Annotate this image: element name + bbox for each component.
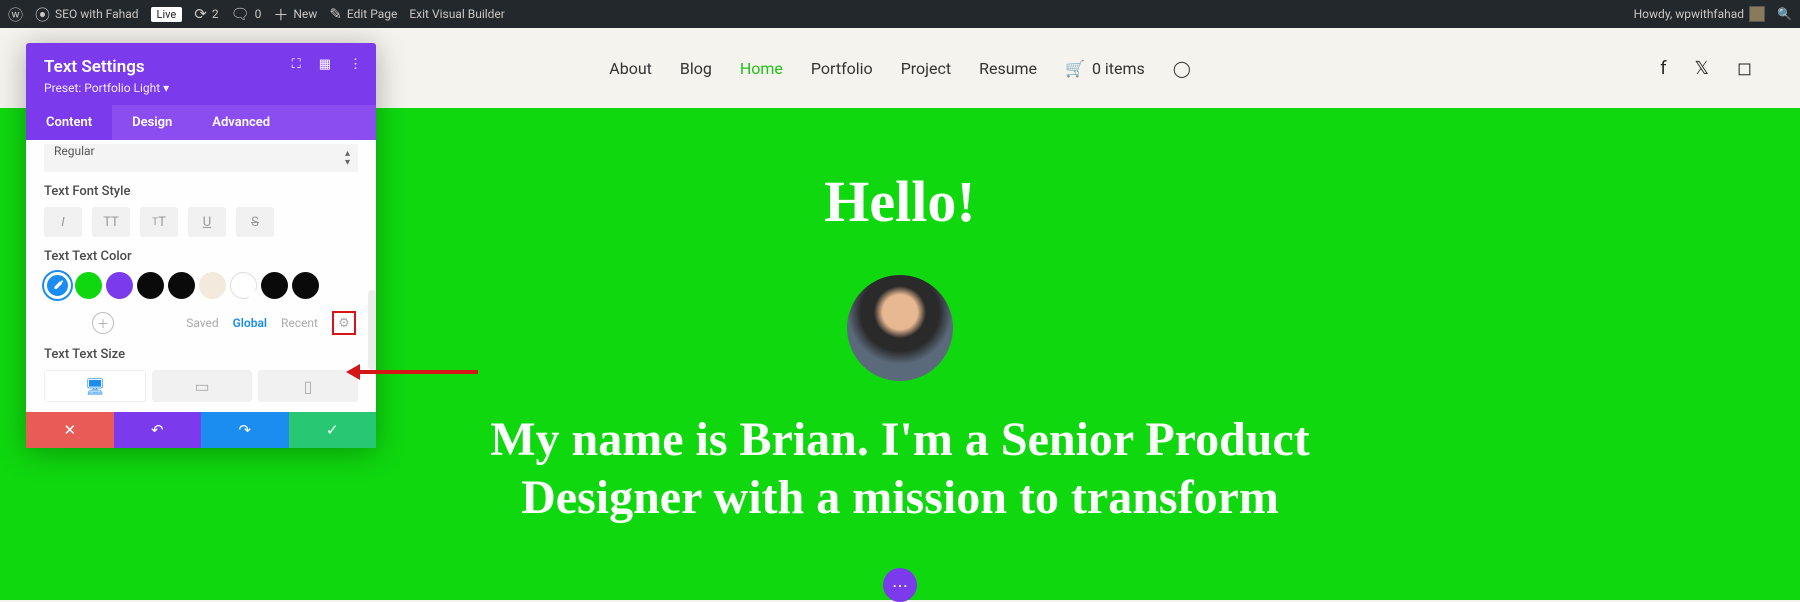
updates-link[interactable]: ⟳2 [194, 5, 218, 23]
device-phone[interactable]: ▯ [258, 370, 358, 402]
panel-header: Text Settings Preset: Portfolio Light ▾ … [26, 43, 376, 105]
wp-logo[interactable]: ⓦ [8, 4, 23, 25]
nav-home[interactable]: Home [740, 59, 783, 78]
comments-link[interactable]: 🗨0 [231, 5, 262, 23]
swatch-5[interactable] [199, 272, 226, 299]
phone-icon: ▯ [304, 377, 313, 396]
swatch-7[interactable] [261, 272, 288, 299]
panel-footer: ✕ ↶ ↷ ✓ [26, 412, 376, 448]
nav-about[interactable]: About [609, 59, 652, 78]
howdy-link[interactable]: Howdy, wpwithfahad [1634, 6, 1765, 22]
expand-icon[interactable]: ⛶ [292, 57, 301, 72]
swatch-6[interactable] [230, 272, 257, 299]
device-desktop[interactable]: 🖥 [44, 370, 146, 402]
color-swatches [44, 272, 358, 299]
nav-project[interactable]: Project [901, 59, 951, 78]
menu-icon[interactable]: ⋮ [349, 57, 362, 72]
italic-button[interactable]: I [44, 207, 82, 237]
gear-icon: ⚙ [338, 316, 350, 331]
site-name-link[interactable]: ⦿SEO with Fahad [35, 4, 139, 25]
uppercase-button[interactable]: TT [92, 207, 130, 237]
underline-button[interactable]: U [188, 207, 226, 237]
hero-line2: Designer with a mission to transform [0, 469, 1800, 527]
swatch-4[interactable] [168, 272, 195, 299]
undo-icon: ↶ [151, 421, 164, 439]
palette-saved[interactable]: Saved [186, 316, 218, 330]
add-color-button[interactable]: ＋ [92, 312, 114, 334]
exit-visual-builder[interactable]: Exit Visual Builder [409, 7, 505, 21]
font-weight-select[interactable]: Regular▴▾ [44, 144, 358, 172]
scrollbar[interactable] [368, 290, 376, 370]
close-icon: ✕ [63, 421, 76, 439]
label-text-size: Text Text Size [44, 347, 358, 362]
check-icon: ✓ [326, 421, 339, 439]
new-link[interactable]: ＋New [273, 4, 317, 25]
panel-tabs: Content Design Advanced [26, 105, 376, 140]
swatch-1[interactable] [75, 272, 102, 299]
label-font-style: Text Font Style [44, 184, 358, 199]
edit-page-link[interactable]: ✎Edit Page [329, 5, 397, 23]
cart-icon: 🛒 [1065, 59, 1085, 78]
redo-icon: ↷ [238, 421, 251, 439]
palette-global[interactable]: Global [233, 316, 267, 330]
annotation-arrow [358, 370, 478, 374]
color-picker-button[interactable] [44, 272, 71, 299]
search-icon[interactable]: 🔍 [1777, 7, 1792, 21]
palette-settings-button[interactable]: ⚙ [332, 311, 356, 335]
swatch-3[interactable] [137, 272, 164, 299]
label-text-color: Text Text Color [44, 249, 358, 264]
facebook-icon[interactable]: f [1660, 58, 1666, 79]
strikethrough-button[interactable]: S [236, 207, 274, 237]
nav-cart[interactable]: 🛒0 items [1065, 59, 1145, 78]
fab-button[interactable]: ⋯ [883, 568, 917, 602]
instagram-icon[interactable]: ◻ [1737, 58, 1752, 79]
tablet-icon: ▭ [194, 377, 209, 396]
chevron-updown-icon: ▴▾ [345, 149, 350, 167]
tab-design[interactable]: Design [112, 105, 192, 140]
nav-search-icon[interactable]: ◯ [1173, 59, 1191, 78]
wp-admin-bar: ⓦ ⦿SEO with Fahad Live ⟳2 🗨0 ＋New ✎Edit … [0, 0, 1800, 28]
main-nav: About Blog Home Portfolio Project Resume… [609, 59, 1190, 78]
cancel-button[interactable]: ✕ [26, 412, 114, 448]
swatch-2[interactable] [106, 272, 133, 299]
nav-blog[interactable]: Blog [680, 59, 712, 78]
text-settings-panel: Text Settings Preset: Portfolio Light ▾ … [26, 43, 376, 448]
swatch-8[interactable] [292, 272, 319, 299]
avatar-icon [1749, 6, 1765, 22]
tab-content[interactable]: Content [26, 105, 112, 140]
panel-preset[interactable]: Preset: Portfolio Light ▾ [44, 81, 358, 95]
undo-button[interactable]: ↶ [114, 412, 202, 448]
eyedropper-icon [51, 279, 65, 293]
panel-body: Regular▴▾ Text Font Style I TT TT U S Te… [26, 140, 376, 412]
x-icon[interactable]: 𝕏 [1695, 58, 1710, 79]
grid-icon[interactable]: ▦ [319, 57, 331, 72]
desktop-icon: 🖥 [85, 377, 105, 396]
live-badge: Live [151, 7, 183, 22]
palette-recent[interactable]: Recent [281, 316, 318, 330]
device-tablet[interactable]: ▭ [152, 370, 252, 402]
tab-advanced[interactable]: Advanced [192, 105, 290, 140]
nav-resume[interactable]: Resume [979, 59, 1037, 78]
nav-portfolio[interactable]: Portfolio [811, 59, 873, 78]
smallcaps-button[interactable]: TT [140, 207, 178, 237]
redo-button[interactable]: ↷ [201, 412, 289, 448]
hero-avatar [847, 275, 953, 381]
save-button[interactable]: ✓ [289, 412, 377, 448]
